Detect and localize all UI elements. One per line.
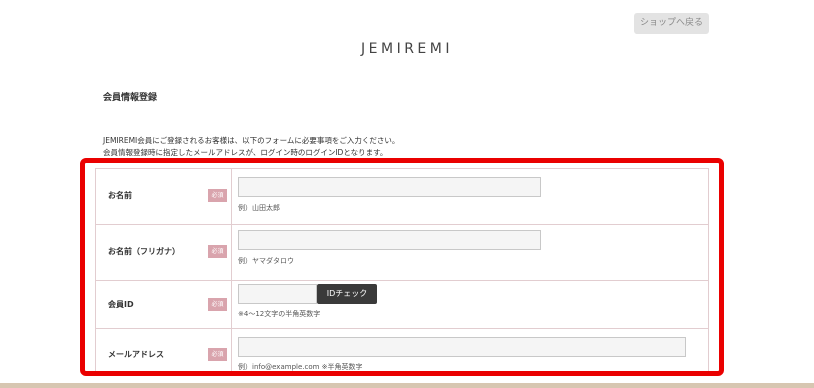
site-logo[interactable]: JEMIREMI [0, 41, 814, 57]
back-to-shop-button[interactable]: ショップへ戻る [634, 13, 709, 34]
highlight-frame [80, 158, 724, 376]
intro-line-1: JEMIREMI会員にご登録されるお客様は、以下のフォームに必要事項をご入力くだ… [103, 136, 400, 145]
page-title: 会員情報登録 [103, 93, 158, 103]
intro-text: JEMIREMI会員にご登録されるお客様は、以下のフォームに必要事項をご入力くだ… [103, 135, 399, 159]
footer-strip [0, 383, 814, 388]
